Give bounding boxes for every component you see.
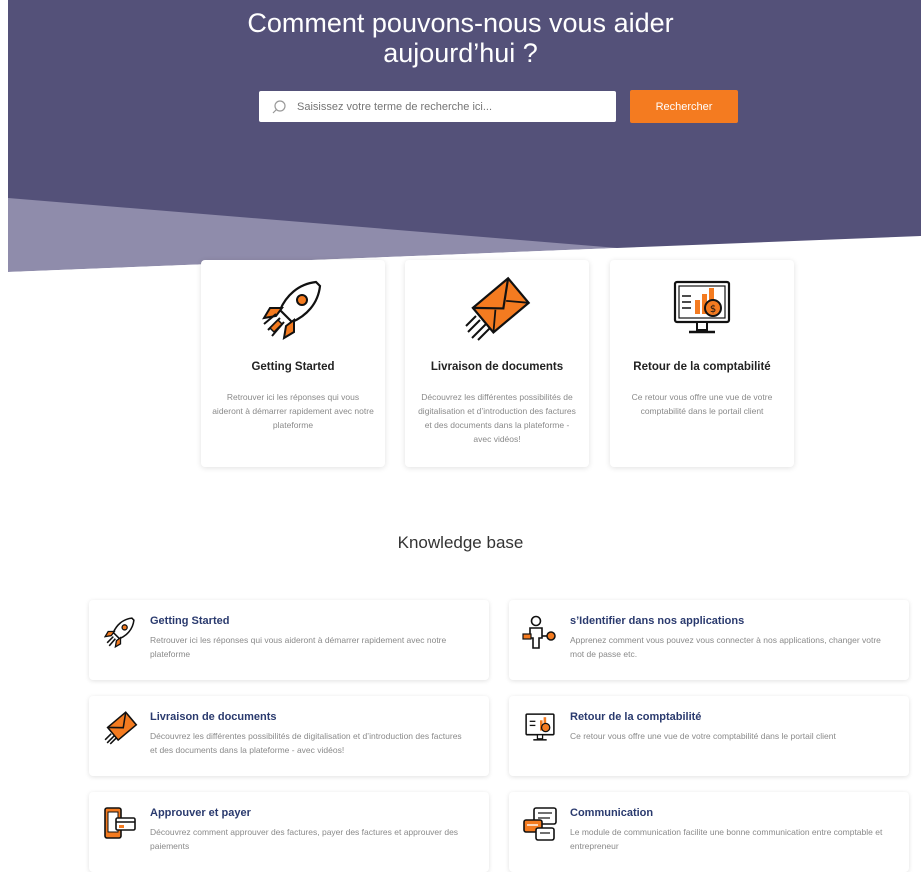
hero-title: Comment pouvons-nous vous aider aujourd’… [0,8,921,68]
feature-card-livraison[interactable]: Livraison de documents Découvrez les dif… [405,260,589,467]
kb-item-title[interactable]: Communication [570,807,653,819]
feature-card-getting-started[interactable]: Getting Started Retrouver ici les répons… [201,260,385,467]
kb-item-livraison[interactable]: Livraison de documents Découvrez les dif… [89,696,489,776]
svg-text:$: $ [710,304,716,315]
search-box [259,91,616,122]
accounting-monitor-icon: $ [667,274,737,344]
hero-title-line1: Comment pouvons-nous vous aider [247,8,674,38]
feature-card-title: Retour de la comptabilité [633,361,771,373]
kb-item-comptabilite[interactable]: Retour de la comptabilité Ce retour vous… [509,696,909,776]
chat-bubbles-icon [522,806,558,842]
payment-phone-icon [102,806,138,842]
rocket-icon [102,614,138,650]
feature-card-comptabilite[interactable]: $ Retour de la comptabilité Ce retour vo… [610,260,794,467]
kb-item-approuver[interactable]: Approuver et payer Découvrez comment app… [89,792,489,872]
feature-card-description: Découvrez les différentes possibilités d… [418,392,576,444]
rocket-icon [258,274,328,344]
search-input[interactable] [295,99,599,114]
search-icon [271,99,287,115]
kb-item-title[interactable]: Getting Started [150,615,229,627]
kb-item-description: Ce retour vous offre une vue de votre co… [570,731,836,741]
feature-card-description: Retrouver ici les réponses qui vous aide… [212,392,374,430]
kb-item-title[interactable]: Retour de la comptabilité [570,711,701,723]
kb-item-identifier[interactable]: s’Identifier dans nos applications Appre… [509,600,909,680]
kb-item-description: Découvrez les différentes possibilités d… [150,731,462,755]
search-button[interactable]: Rechercher [630,90,738,123]
kb-item-description: Apprenez comment vous pouvez vous connec… [570,635,881,659]
feature-card-description: Ce retour vous offre une vue de votre co… [631,392,773,416]
feature-card-title: Getting Started [251,361,335,373]
kb-item-title[interactable]: Approuver et payer [150,807,251,819]
kb-item-getting-started[interactable]: Getting Started Retrouver ici les répons… [89,600,489,680]
kb-item-communication[interactable]: Communication Le module de communication… [509,792,909,872]
kb-item-description: Découvrez comment approuver des factures… [150,827,459,851]
kb-item-description: Le module de communication facilite une … [570,827,883,851]
kb-item-title[interactable]: s’Identifier dans nos applications [570,615,744,627]
kb-item-title[interactable]: Livraison de documents [150,711,277,723]
hero-title-line2: aujourd’hui ? [383,38,538,68]
knowledge-base-title: Knowledge base [397,533,524,552]
envelope-icon [102,710,138,746]
user-key-icon [522,614,558,650]
accounting-monitor-icon [522,710,558,746]
feature-card-title: Livraison de documents [430,361,564,373]
envelope-icon [462,274,532,344]
kb-item-description: Retrouver ici les réponses qui vous aide… [150,635,447,659]
